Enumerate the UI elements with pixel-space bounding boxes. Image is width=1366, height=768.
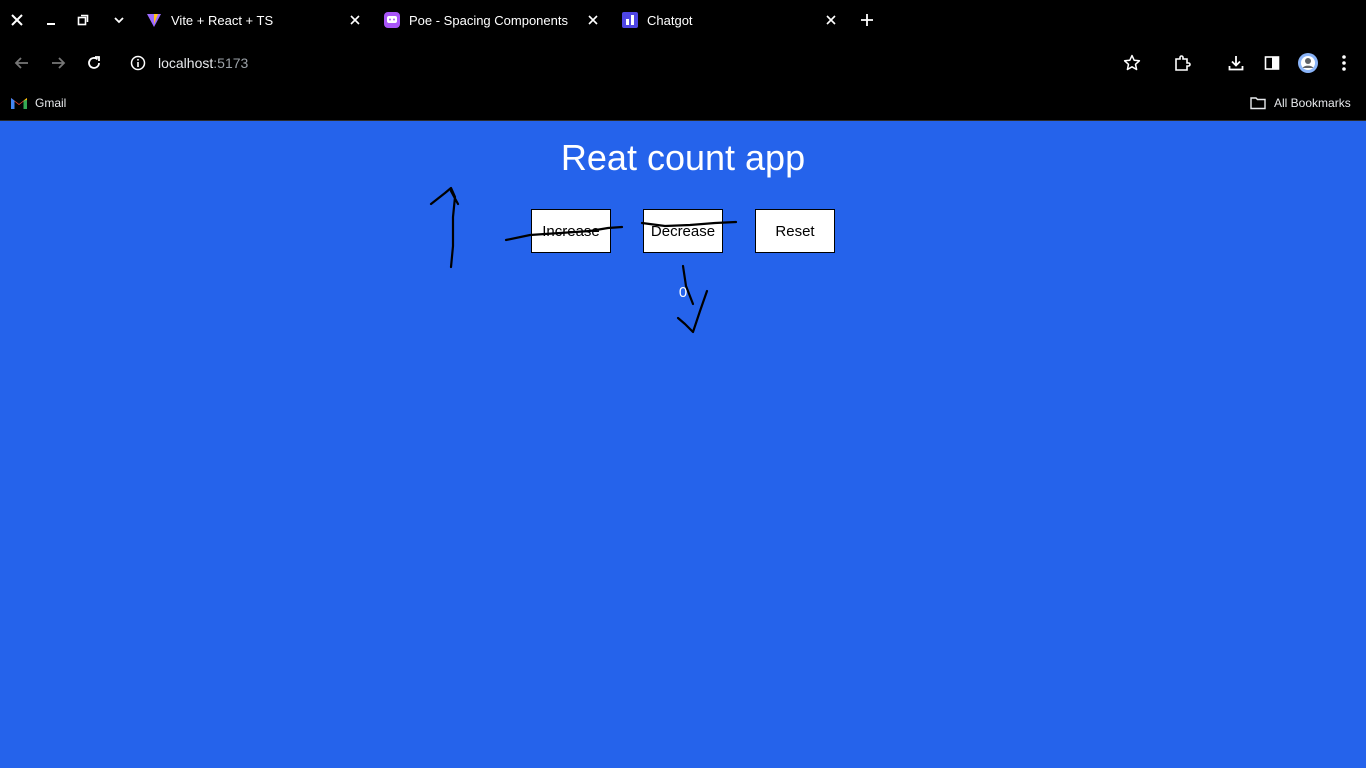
up-arrow-scribble — [429, 186, 460, 269]
tab-poe[interactable]: Poe - Spacing Components — [384, 4, 608, 36]
more-menu-icon[interactable] — [1333, 52, 1355, 74]
close-tab-icon[interactable] — [823, 12, 839, 28]
new-tab-plus-icon[interactable] — [856, 9, 878, 31]
increase-button[interactable]: Increase — [531, 209, 611, 253]
tab-title: Vite + React + TS — [171, 12, 274, 28]
profile-avatar-icon[interactable] — [1297, 52, 1319, 74]
browser-toolbar: localhost:5173 — [0, 41, 1366, 85]
tab-title: Poe - Spacing Components — [409, 12, 568, 28]
reload-icon[interactable] — [83, 52, 105, 74]
download-icon[interactable] — [1225, 52, 1247, 74]
all-bookmarks[interactable]: All Bookmarks — [1250, 93, 1351, 113]
tab-chatgot[interactable]: Chatgot — [622, 4, 846, 36]
count-value: 0 — [678, 284, 688, 301]
bookmark-gmail[interactable]: Gmail — [11, 93, 66, 113]
close-tab-icon[interactable] — [347, 12, 363, 28]
vite-icon — [146, 12, 162, 28]
reset-button[interactable]: Reset — [755, 209, 835, 253]
extensions-icon[interactable] — [1171, 52, 1193, 74]
tab-vite[interactable]: Vite + React + TS — [146, 4, 370, 36]
tab-strip: Vite + React + TS Poe - Spacing Componen… — [0, 0, 1366, 41]
all-bookmarks-label: All Bookmarks — [1274, 96, 1351, 110]
url-port: :5173 — [213, 55, 249, 71]
gmail-icon — [11, 95, 27, 111]
bookmark-label: Gmail — [35, 96, 67, 110]
button-row: Increase Decrease Reset — [531, 209, 835, 253]
close-window-icon[interactable] — [6, 9, 28, 31]
address-bar[interactable]: localhost:5173 — [122, 47, 1102, 79]
browser-window: Vite + React + TS Poe - Spacing Componen… — [0, 0, 1366, 768]
restore-icon[interactable] — [72, 9, 94, 31]
side-panel-icon[interactable] — [1261, 52, 1283, 74]
site-info-icon[interactable] — [130, 55, 146, 71]
tab-search-chevron-icon[interactable] — [108, 9, 130, 31]
url-host: localhost — [158, 55, 214, 71]
page-content: Reat count app Increase Decrease Reset 0 — [0, 121, 1366, 768]
app-title: Reat count app — [560, 137, 806, 178]
decrease-button[interactable]: Decrease — [643, 209, 723, 253]
forward-arrow-icon[interactable] — [47, 52, 69, 74]
minimize-icon[interactable] — [40, 9, 62, 31]
back-arrow-icon[interactable] — [11, 52, 33, 74]
bookmark-star-icon[interactable] — [1121, 52, 1143, 74]
close-tab-icon[interactable] — [585, 12, 601, 28]
chatgot-icon — [622, 12, 638, 28]
bookmarks-bar: Gmail All Bookmarks — [0, 85, 1366, 121]
poe-icon — [384, 12, 400, 28]
folder-icon — [1250, 95, 1266, 111]
tab-title: Chatgot — [647, 12, 693, 28]
